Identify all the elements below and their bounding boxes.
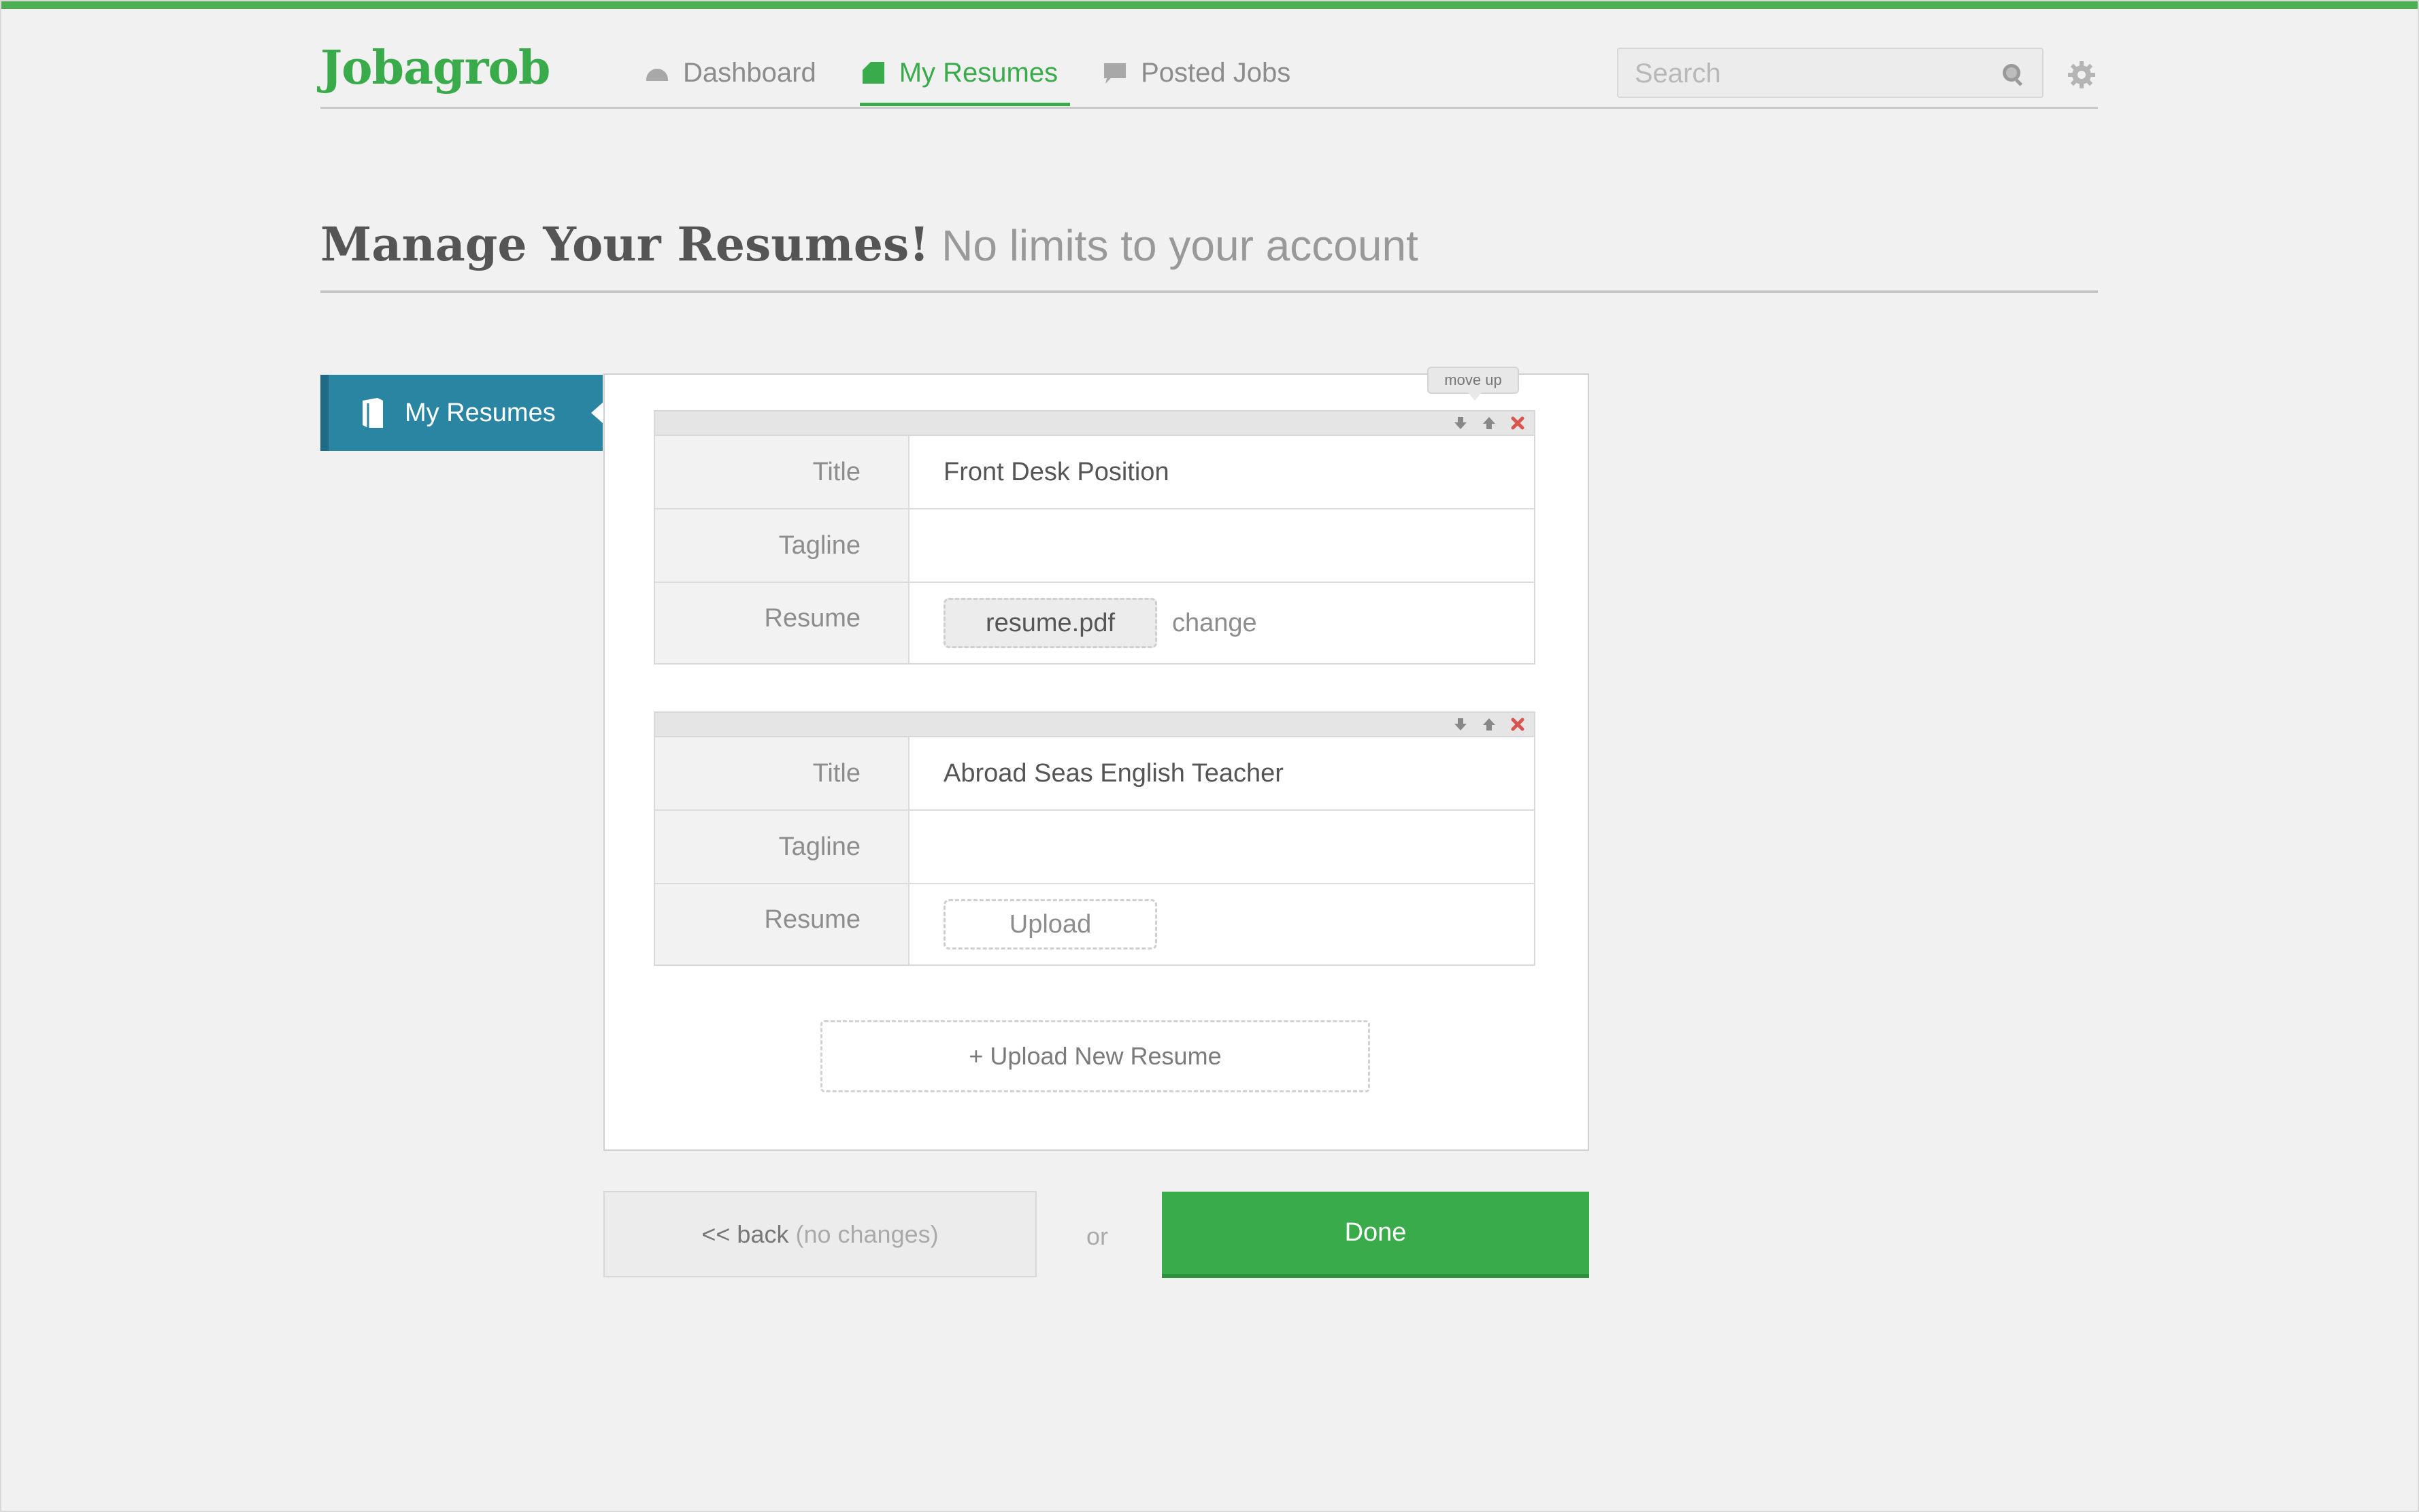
top-accent-bar	[0, 0, 2419, 9]
nav-my-resumes-label: My Resumes	[899, 57, 1058, 88]
chat-icon	[1104, 63, 1127, 84]
header-divider	[320, 107, 2098, 109]
page-title: Manage Your Resumes!	[320, 218, 930, 272]
resume-label: Resume	[655, 583, 910, 663]
resume-file-row: Resume Upload	[655, 884, 1534, 964]
nav-dashboard-label: Dashboard	[683, 57, 816, 88]
delete-icon[interactable]	[1509, 716, 1526, 733]
page-heading: Manage Your Resumes! No limits to your ac…	[320, 218, 1418, 272]
nav-dashboard[interactable]: Dashboard	[644, 53, 816, 93]
resumes-panel: Title Front Desk Position Tagline Resume…	[603, 373, 1589, 1151]
move-up-icon[interactable]	[1481, 415, 1497, 431]
resume-label: Resume	[655, 884, 910, 964]
delete-icon[interactable]	[1509, 415, 1526, 431]
search-icon[interactable]	[2000, 61, 2026, 87]
page-subtitle: No limits to your account	[941, 221, 1418, 270]
resume-tagline-row: Tagline	[655, 811, 1534, 884]
move-down-icon[interactable]	[1452, 716, 1469, 733]
resume-file-row: Resume resume.pdf change	[655, 583, 1534, 663]
book-icon	[363, 398, 383, 428]
move-up-icon[interactable]	[1481, 716, 1497, 733]
resume-file-cell: Upload	[910, 884, 1534, 964]
nav-posted-jobs-label: Posted Jobs	[1141, 57, 1291, 88]
sidetab-label: My Resumes	[405, 398, 556, 427]
resume-tagline-row: Tagline	[655, 509, 1534, 583]
title-label: Title	[655, 737, 910, 809]
resume-card: Title Abroad Seas English Teacher Taglin…	[654, 711, 1535, 966]
brand-logo[interactable]: Jobagrob	[320, 41, 550, 95]
nav-my-resumes[interactable]: My Resumes	[859, 53, 1071, 106]
resume-title-field[interactable]: Abroad Seas English Teacher	[910, 737, 1534, 809]
resume-tagline-field[interactable]	[910, 509, 1534, 582]
done-button[interactable]: Done	[1162, 1192, 1589, 1278]
resume-card: Title Front Desk Position Tagline Resume…	[654, 410, 1535, 665]
back-button-label: << back	[701, 1220, 789, 1248]
main-nav: Dashboard My Resumes Posted Jobs	[644, 53, 1334, 106]
dashboard-icon	[646, 69, 668, 81]
search-input[interactable]	[1633, 56, 1990, 91]
move-down-icon[interactable]	[1452, 415, 1469, 431]
heading-divider	[320, 290, 2098, 293]
resume-file-cell: resume.pdf change	[910, 583, 1534, 663]
search-box	[1617, 48, 2043, 98]
resume-card-toolbar	[655, 411, 1534, 436]
upload-new-resume-button[interactable]: + Upload New Resume	[820, 1020, 1370, 1092]
tagline-label: Tagline	[655, 509, 910, 582]
or-separator: or	[1086, 1222, 1109, 1250]
resumes-icon	[862, 62, 884, 84]
resume-title-row: Title Front Desk Position	[655, 436, 1534, 509]
resume-title-field[interactable]: Front Desk Position	[910, 436, 1534, 508]
upload-file-button[interactable]: Upload	[944, 899, 1157, 950]
move-up-tooltip: move up	[1427, 367, 1519, 401]
gear-icon[interactable]	[2067, 60, 2097, 90]
back-button[interactable]: << back (no changes)	[603, 1191, 1037, 1277]
change-file-link[interactable]: change	[1172, 587, 1257, 659]
resume-title-row: Title Abroad Seas English Teacher	[655, 737, 1534, 811]
tagline-label: Tagline	[655, 811, 910, 883]
back-button-hint: (no changes)	[795, 1220, 939, 1248]
resume-tagline-field[interactable]	[910, 811, 1534, 883]
resume-file-pill[interactable]: resume.pdf	[944, 598, 1157, 648]
nav-posted-jobs[interactable]: Posted Jobs	[1101, 53, 1290, 93]
sidetab-my-resumes[interactable]: My Resumes	[320, 375, 603, 451]
resume-card-toolbar	[655, 713, 1534, 737]
title-label: Title	[655, 436, 910, 508]
